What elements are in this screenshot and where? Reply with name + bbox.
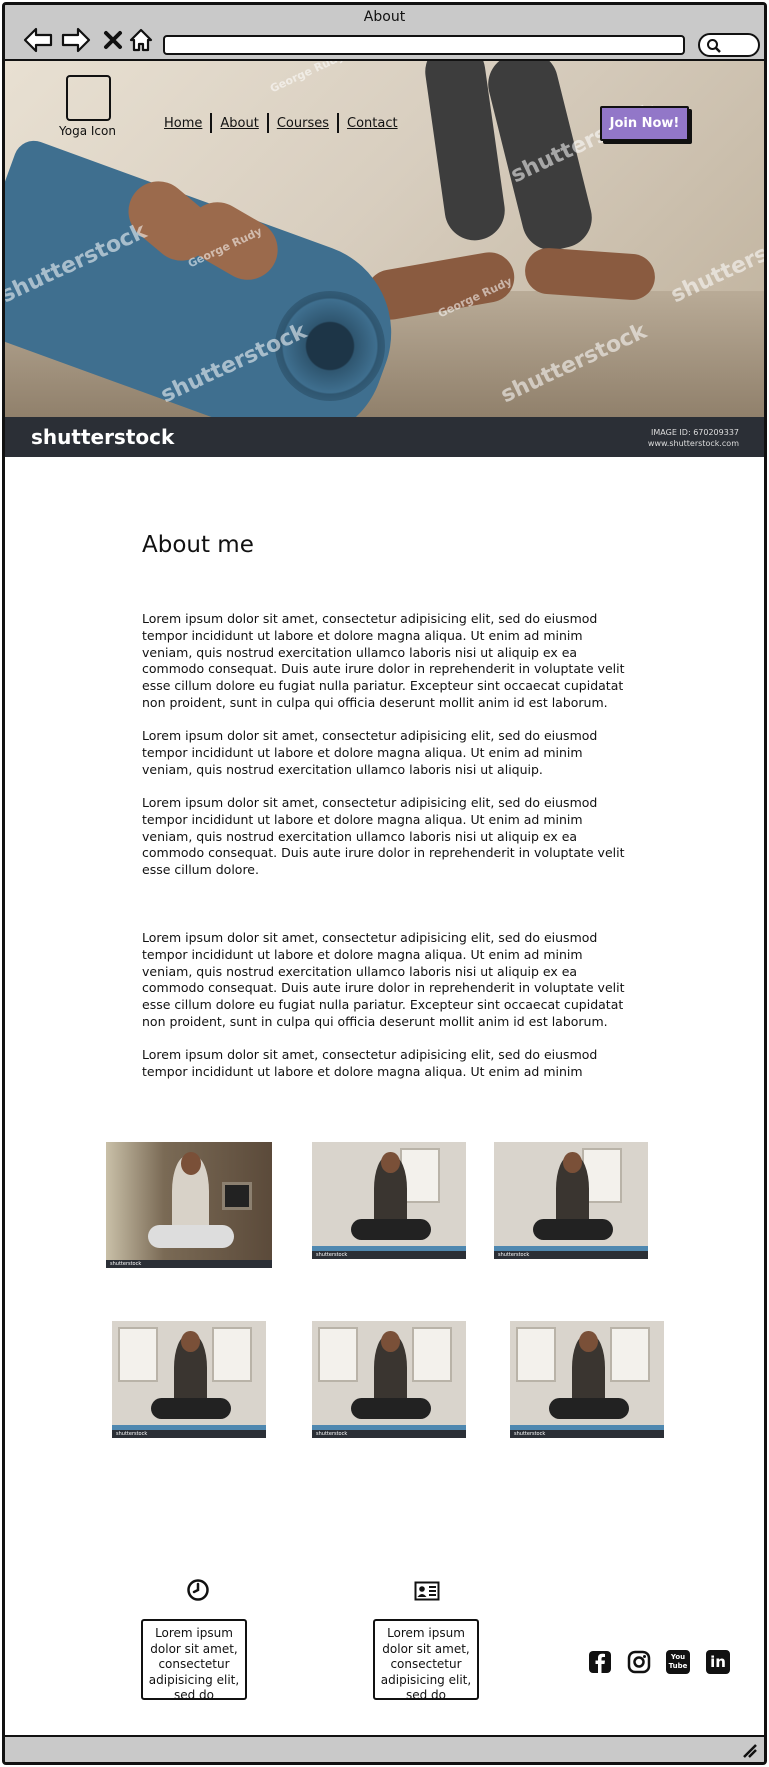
- home-icon: [129, 28, 153, 52]
- back-button[interactable]: [23, 25, 53, 55]
- contact-card-icon: [414, 1581, 440, 1601]
- youtube-icon[interactable]: You Tube: [666, 1650, 690, 1674]
- title-bar: About: [5, 5, 764, 61]
- image-id-label: IMAGE ID:: [651, 428, 691, 437]
- photo-stock-logo: shutterstock: [316, 1252, 348, 1258]
- photo-head: [381, 1152, 400, 1174]
- instagram-icon[interactable]: [627, 1650, 651, 1674]
- forward-arrow-icon: [61, 27, 91, 53]
- linkedin-icon[interactable]: in: [706, 1650, 730, 1674]
- gallery-photo[interactable]: shutterstock: [312, 1142, 466, 1259]
- gallery-photo[interactable]: shutterstock: [112, 1321, 266, 1438]
- paragraph: Lorem ipsum dolor sit amet, consectetur …: [142, 611, 625, 710]
- linkedin-icon-text: in: [710, 1653, 726, 1671]
- photo-stock-bar: shutterstock: [494, 1251, 648, 1259]
- nav-contact[interactable]: Contact: [339, 116, 406, 131]
- logo-label: Yoga Icon: [59, 124, 116, 138]
- photo-stock-logo: shutterstock: [110, 1261, 142, 1267]
- search-icon: [707, 39, 721, 53]
- photo-stock-bar: shutterstock: [112, 1430, 266, 1438]
- photo-stock-logo: shutterstock: [116, 1431, 148, 1437]
- photo-stock-bar: shutterstock: [106, 1260, 272, 1268]
- home-button[interactable]: [126, 25, 156, 55]
- paragraph: Lorem ipsum dolor sit amet, consectetur …: [142, 795, 625, 878]
- forward-button[interactable]: [61, 25, 91, 55]
- paragraph: Lorem ipsum dolor sit amet, consectetur …: [142, 1047, 598, 1079]
- photo-head: [181, 1331, 200, 1353]
- close-icon: [104, 31, 122, 49]
- photo-stock-logo: shutterstock: [316, 1431, 348, 1437]
- logo-placeholder[interactable]: [66, 75, 111, 121]
- photo-stock-bar: shutterstock: [312, 1430, 466, 1438]
- photo-window: [412, 1327, 452, 1382]
- browser-window: About shutterstock shutterstock shutters…: [2, 2, 767, 1765]
- join-now-button[interactable]: Join Now!: [600, 106, 689, 141]
- photo-window: [610, 1327, 650, 1382]
- nav-courses[interactable]: Courses: [269, 116, 337, 131]
- photo-stock-logo: shutterstock: [514, 1431, 546, 1437]
- resize-handle-icon[interactable]: [740, 1741, 758, 1759]
- footer-card-hours: Lorem ipsum dolor sit amet, consectetur …: [141, 1619, 247, 1700]
- address-bar[interactable]: [163, 35, 685, 55]
- window-title: About: [363, 9, 406, 25]
- stock-image-info: IMAGE ID: 670209337 www.shutterstock.com: [648, 427, 739, 449]
- stock-bar: shutterstock IMAGE ID: 670209337 www.shu…: [5, 417, 764, 457]
- photo-stock-bar: shutterstock: [510, 1430, 664, 1438]
- back-arrow-icon: [23, 27, 53, 53]
- gallery-photo[interactable]: shutterstock: [312, 1321, 466, 1438]
- page-title: About me: [142, 532, 254, 558]
- clock-icon: [187, 1579, 209, 1601]
- nav-about[interactable]: About: [212, 116, 266, 131]
- photo-head: [180, 1152, 201, 1175]
- gallery-photo[interactable]: shutterstock: [494, 1142, 648, 1259]
- photo-legs: [548, 1398, 629, 1420]
- status-bar: [5, 1735, 764, 1762]
- photo-legs: [150, 1398, 231, 1420]
- photo-legs: [350, 1398, 431, 1420]
- photo-head: [381, 1331, 400, 1353]
- nav-home[interactable]: Home: [156, 116, 210, 131]
- gallery-photo[interactable]: shutterstock: [106, 1142, 272, 1268]
- photo-head: [579, 1331, 598, 1353]
- photo-window: [318, 1327, 358, 1382]
- footer-card-contact: Lorem ipsum dolor sit amet, consectetur …: [373, 1619, 479, 1700]
- paragraph: Lorem ipsum dolor sit amet, consectetur …: [142, 930, 625, 1029]
- photo-head: [563, 1152, 582, 1174]
- stock-logo: shutterstock: [31, 425, 175, 449]
- photo-window: [118, 1327, 158, 1382]
- image-id: 670209337: [693, 428, 739, 437]
- browser-search-box[interactable]: [698, 33, 760, 57]
- photo-window: [212, 1327, 252, 1382]
- facebook-icon[interactable]: [588, 1650, 612, 1674]
- main-nav: Home About Courses Contact: [156, 113, 406, 133]
- paragraph: Lorem ipsum dolor sit amet, consectetur …: [142, 728, 598, 777]
- photo-legs: [147, 1225, 234, 1248]
- photo-stock-bar: shutterstock: [312, 1251, 466, 1259]
- photo-legs: [532, 1219, 613, 1241]
- youtube-icon-text: You Tube: [668, 1653, 688, 1670]
- photo-fireplace: [222, 1182, 252, 1210]
- gallery-photo[interactable]: shutterstock: [510, 1321, 664, 1438]
- hero-foot-right: [523, 246, 657, 302]
- photo-legs: [350, 1219, 431, 1241]
- stock-url: www.shutterstock.com: [647, 439, 739, 448]
- photo-stock-logo: shutterstock: [498, 1252, 530, 1258]
- photo-window: [516, 1327, 556, 1382]
- stop-button[interactable]: [98, 25, 128, 55]
